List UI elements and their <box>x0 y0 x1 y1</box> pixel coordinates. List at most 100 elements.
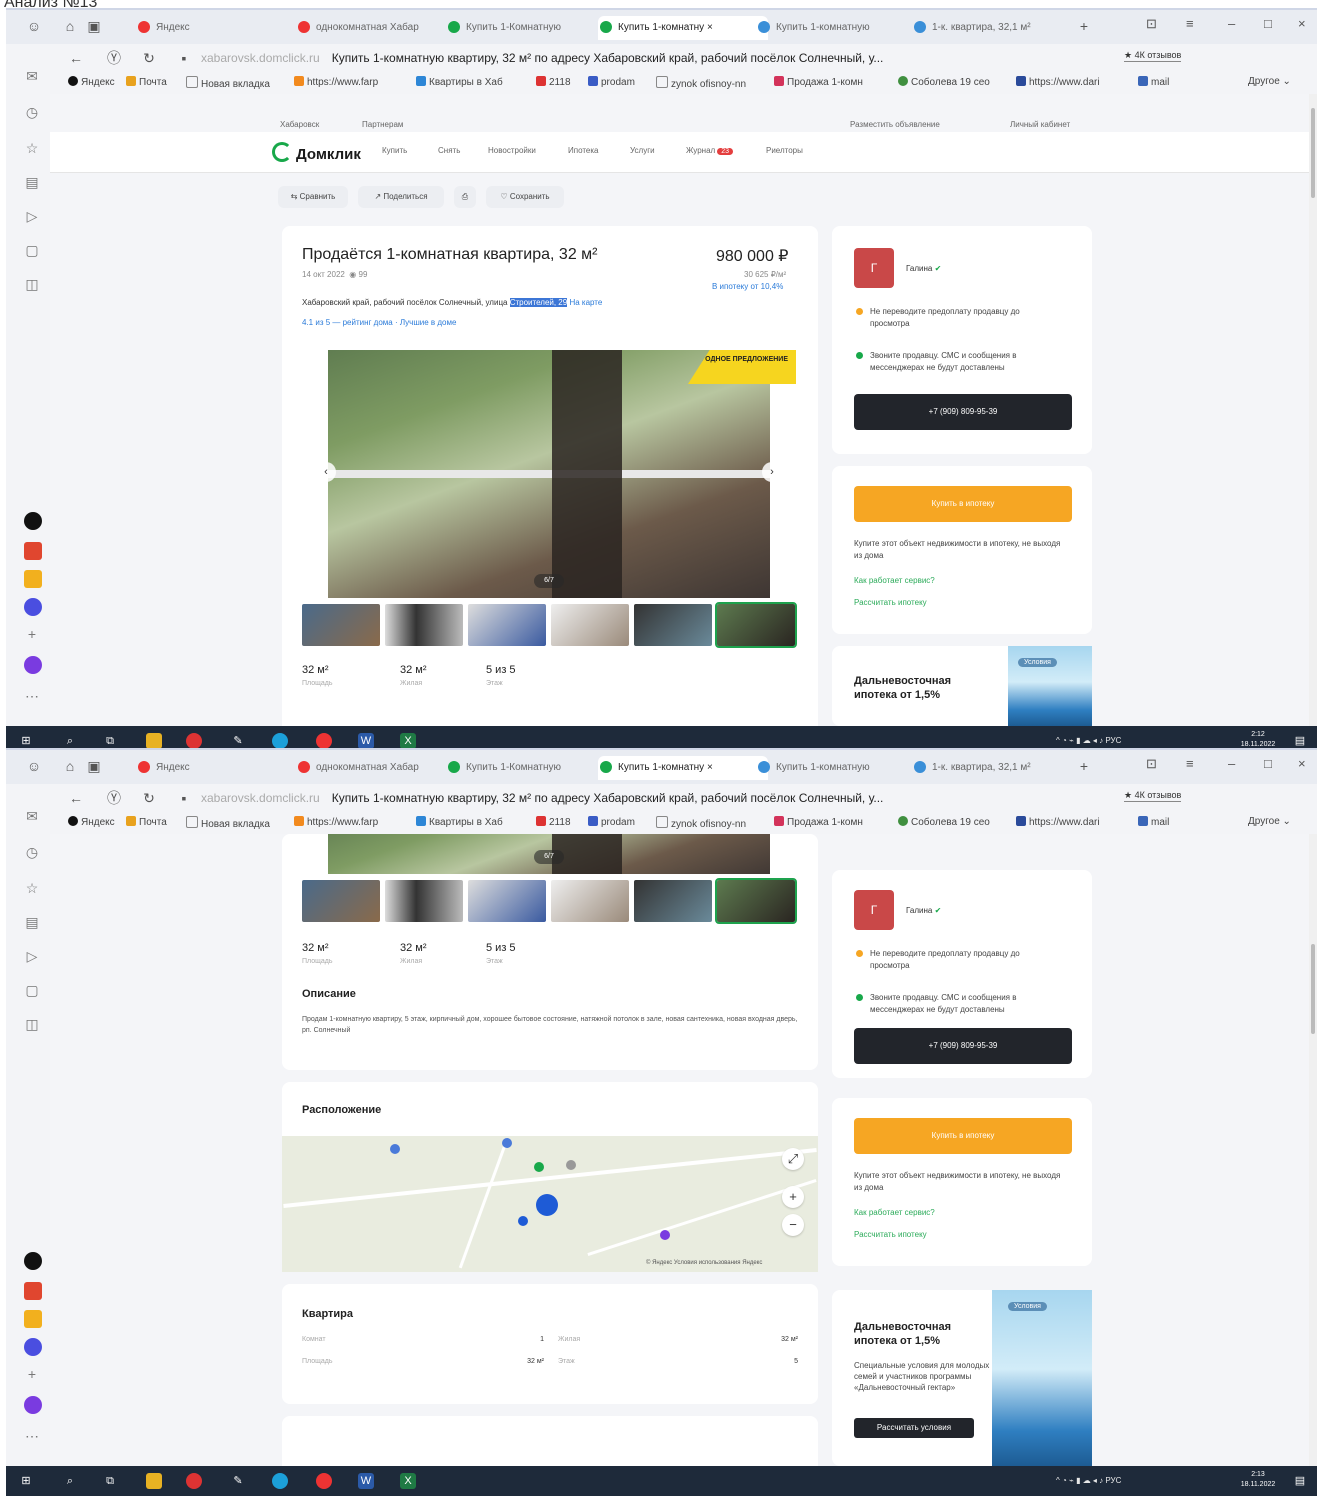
poi-icon[interactable] <box>390 1144 400 1154</box>
bookmark-icon[interactable]: ⊡ <box>1146 16 1157 32</box>
app-icon[interactable]: ✎ <box>230 733 246 749</box>
bookmark-item[interactable]: mail <box>1138 76 1169 88</box>
reload-icon[interactable]: ↻ <box>141 790 157 806</box>
notification-icon[interactable]: ▤ <box>1292 1473 1308 1489</box>
add-icon[interactable]: + <box>24 626 40 642</box>
reviews-chip[interactable]: ★ 4К отзывов <box>1124 50 1182 62</box>
bookmark-item[interactable]: 2118 <box>536 76 571 88</box>
photo-thumbnail[interactable] <box>468 604 546 646</box>
bookmark-item[interactable]: Новая вкладка <box>186 76 270 90</box>
word-icon[interactable]: W <box>358 733 374 749</box>
tabs-icon[interactable]: ▣ <box>86 758 102 774</box>
promo-banner[interactable]: Дальневосточная ипотека от 1,5% Условия … <box>832 1290 1092 1466</box>
yandex-browser-icon[interactable] <box>186 1473 202 1489</box>
clock[interactable]: 2:13 18.11.2022 <box>1240 1470 1276 1490</box>
photo-thumbnail[interactable] <box>551 880 629 922</box>
menu-icon[interactable]: ≡ <box>1186 756 1194 771</box>
save-button[interactable]: ♡ Сохранить <box>486 186 564 208</box>
add-icon[interactable]: + <box>24 1366 40 1382</box>
bookmark-item[interactable]: zynok ofisnoy-nn <box>656 76 746 90</box>
nav-new[interactable]: Новостройки <box>488 146 536 155</box>
search-icon[interactable]: ⌕ <box>62 733 78 749</box>
mortgage-button[interactable]: Купить в ипотеку <box>854 486 1072 522</box>
tab-domclick-active[interactable]: Купить 1-комнатну × <box>598 756 768 780</box>
tab-avito-1[interactable]: Купить 1-комнатную <box>756 16 916 40</box>
zoom-out-button[interactable]: − <box>782 1214 804 1236</box>
excel-icon[interactable]: X <box>400 733 416 749</box>
maximize-icon[interactable]: □ <box>1264 756 1272 771</box>
tab-avito-2[interactable]: 1-к. квартира, 32,1 м² <box>912 16 1082 40</box>
fullscreen-icon[interactable]: ⤢ <box>782 1148 804 1170</box>
downloads-icon[interactable]: ▢ <box>24 242 40 258</box>
post-ad-link[interactable]: Разместить объявление <box>850 120 940 129</box>
bookmark-item[interactable]: https://www.dari <box>1016 76 1100 88</box>
home-icon[interactable]: ⌂ <box>62 18 78 34</box>
alice-icon[interactable] <box>24 1396 42 1414</box>
bookmark-item[interactable]: Новая вкладка <box>186 816 270 830</box>
phone-button[interactable]: +7 (909) 809-95-39 <box>854 1028 1072 1064</box>
notifications-icon[interactable]: ✉ <box>24 808 40 824</box>
yandex-icon[interactable]: Ⓨ <box>106 50 122 66</box>
photo-thumbnail[interactable] <box>468 880 546 922</box>
tab-domclick-1[interactable]: Купить 1-Комнатную <box>446 756 586 780</box>
back-icon[interactable]: ← <box>68 790 84 806</box>
profile-icon[interactable]: ☺ <box>26 758 42 774</box>
bookmark-item[interactable]: Почта <box>126 816 167 828</box>
app-icon[interactable] <box>24 542 42 560</box>
poi-icon[interactable] <box>502 1138 512 1148</box>
bookmark-item[interactable]: Другое ⌄ <box>1248 76 1291 87</box>
windows-start-icon[interactable]: ⊞ <box>18 733 34 749</box>
back-icon[interactable]: ← <box>68 50 84 66</box>
history-icon[interactable]: ◷ <box>24 104 40 120</box>
bookmark-item[interactable]: Продажа 1-комн <box>774 816 863 828</box>
poi-icon[interactable] <box>566 1160 576 1170</box>
bookmark-item[interactable]: https://www.farp <box>294 76 378 88</box>
bookmark-item[interactable]: Яндекс <box>68 76 115 88</box>
mortgage-button[interactable]: Купить в ипотеку <box>854 1118 1072 1154</box>
photo-thumbnail[interactable] <box>385 604 463 646</box>
photo-thumbnail[interactable] <box>302 880 380 922</box>
collections-icon[interactable]: ▤ <box>24 174 40 190</box>
word-icon[interactable]: W <box>358 1473 374 1489</box>
play-icon[interactable]: ▷ <box>24 208 40 224</box>
house-marker-icon[interactable] <box>536 1194 558 1216</box>
task-view-icon[interactable]: ⧉ <box>102 1473 118 1489</box>
tab-search[interactable]: однокомнатная Хабар <box>296 16 436 40</box>
house-rating[interactable]: 4.1 из 5 — рейтинг дома · Лучшие в доме <box>302 318 456 327</box>
notification-icon[interactable]: ▤ <box>1292 733 1308 749</box>
bookmark-item[interactable]: mail <box>1138 816 1169 828</box>
bookmark-item[interactable]: Квартиры в Хаб <box>416 816 503 828</box>
bookmark-item[interactable]: Почта <box>126 76 167 88</box>
photo-thumbnail[interactable] <box>634 880 712 922</box>
conditions-chip[interactable]: Условия <box>1018 658 1057 667</box>
listing-photo[interactable]: ВЫГОДНОЕ ПРЕДЛОЖЕНИЕ ‹ › 6/7 <box>302 350 796 598</box>
close-icon[interactable]: × <box>1298 16 1306 31</box>
account-link[interactable]: Личный кабинет <box>1010 120 1070 129</box>
more-icon[interactable]: ⋯ <box>24 1428 40 1444</box>
more-icon[interactable]: ⋯ <box>24 688 40 704</box>
tab-yandex[interactable]: Яндекс <box>136 16 226 40</box>
poi-icon[interactable] <box>518 1216 528 1226</box>
new-tab-icon[interactable]: + <box>1076 758 1092 774</box>
bookmark-item[interactable]: Квартиры в Хаб <box>416 76 503 88</box>
app-icon[interactable] <box>24 1310 42 1328</box>
listing-photo[interactable]: 6/7 <box>302 834 796 874</box>
yandex-browser-icon[interactable] <box>186 733 202 749</box>
windows-start-icon[interactable]: ⊞ <box>18 1473 34 1489</box>
app-icon[interactable] <box>316 1473 332 1489</box>
system-tray[interactable]: ^ ◔ ⌁ ▮ ☁ ◂ ♪ РУС <box>1056 736 1121 745</box>
prev-photo-button[interactable]: ‹ <box>316 462 336 482</box>
history-icon[interactable]: ◷ <box>24 844 40 860</box>
nav-buy[interactable]: Купить <box>382 146 407 155</box>
how-it-works-link[interactable]: Как работает сервис? <box>854 576 935 585</box>
task-view-icon[interactable]: ⧉ <box>102 733 118 749</box>
app-icon[interactable] <box>272 733 288 749</box>
notifications-icon[interactable]: ✉ <box>24 68 40 84</box>
downloads-icon[interactable]: ▢ <box>24 982 40 998</box>
search-icon[interactable]: ⌕ <box>62 1473 78 1489</box>
bookmark-item[interactable]: https://www.farp <box>294 816 378 828</box>
minimize-icon[interactable]: – <box>1228 756 1235 771</box>
app-icon[interactable] <box>272 1473 288 1489</box>
domclick-logo[interactable]: Домклик <box>272 142 361 163</box>
favorites-icon[interactable]: ☆ <box>24 880 40 896</box>
